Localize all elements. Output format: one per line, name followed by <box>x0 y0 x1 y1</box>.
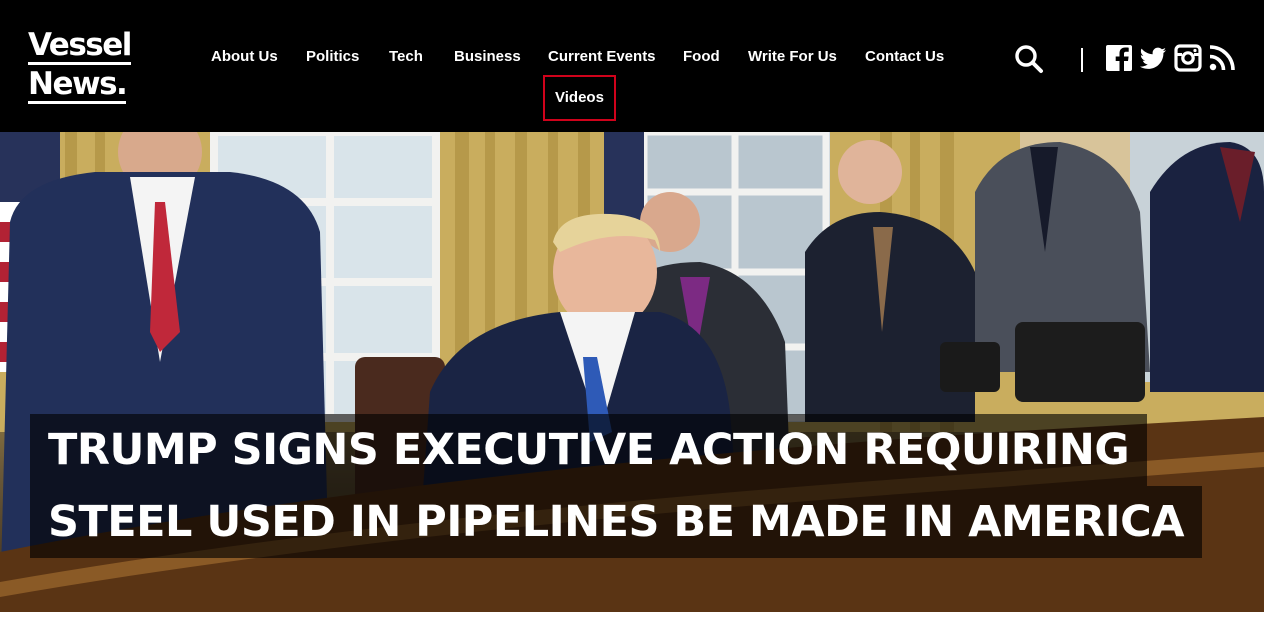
search-icon[interactable] <box>1014 44 1044 74</box>
twitter-icon[interactable] <box>1138 44 1168 74</box>
nav-item-videos[interactable]: Videos <box>543 75 616 121</box>
hero-banner[interactable]: Trump Signs Executive Action Requiring S… <box>0 132 1264 612</box>
nav-item-business[interactable]: Business <box>441 40 534 74</box>
headline-line-2: Steel Used In Pipelines Be Made In Ameri… <box>30 486 1202 558</box>
logo-line-2: News. <box>28 66 128 104</box>
facebook-icon[interactable] <box>1105 44 1135 74</box>
content-area <box>0 612 1264 636</box>
nav-item-politics[interactable]: Politics <box>293 40 372 74</box>
headline-line-1: Trump Signs Executive Action Requiring <box>30 414 1148 486</box>
nav-item-about-us[interactable]: About Us <box>198 40 291 74</box>
tools-divider <box>1081 48 1083 72</box>
nav-item-contact-us[interactable]: Contact Us <box>852 40 957 74</box>
main-nav: About Us Politics Tech Business Current … <box>198 40 968 124</box>
hero-headline[interactable]: Trump Signs Executive Action Requiring S… <box>30 414 1210 558</box>
instagram-icon[interactable] <box>1174 44 1204 74</box>
nav-item-food[interactable]: Food <box>670 40 733 74</box>
header-tools <box>1014 42 1244 78</box>
nav-item-tech[interactable]: Tech <box>376 40 436 74</box>
person-right-c <box>1150 142 1264 392</box>
site-header: Vessel News. About Us Politics Tech Busi… <box>0 0 1264 132</box>
nav-item-write-for-us[interactable]: Write For Us <box>735 40 850 74</box>
site-logo[interactable]: Vessel News. <box>28 27 140 104</box>
nav-item-current-events[interactable]: Current Events <box>535 40 669 74</box>
rss-icon[interactable] <box>1208 44 1238 74</box>
logo-line-1: Vessel <box>28 27 132 65</box>
